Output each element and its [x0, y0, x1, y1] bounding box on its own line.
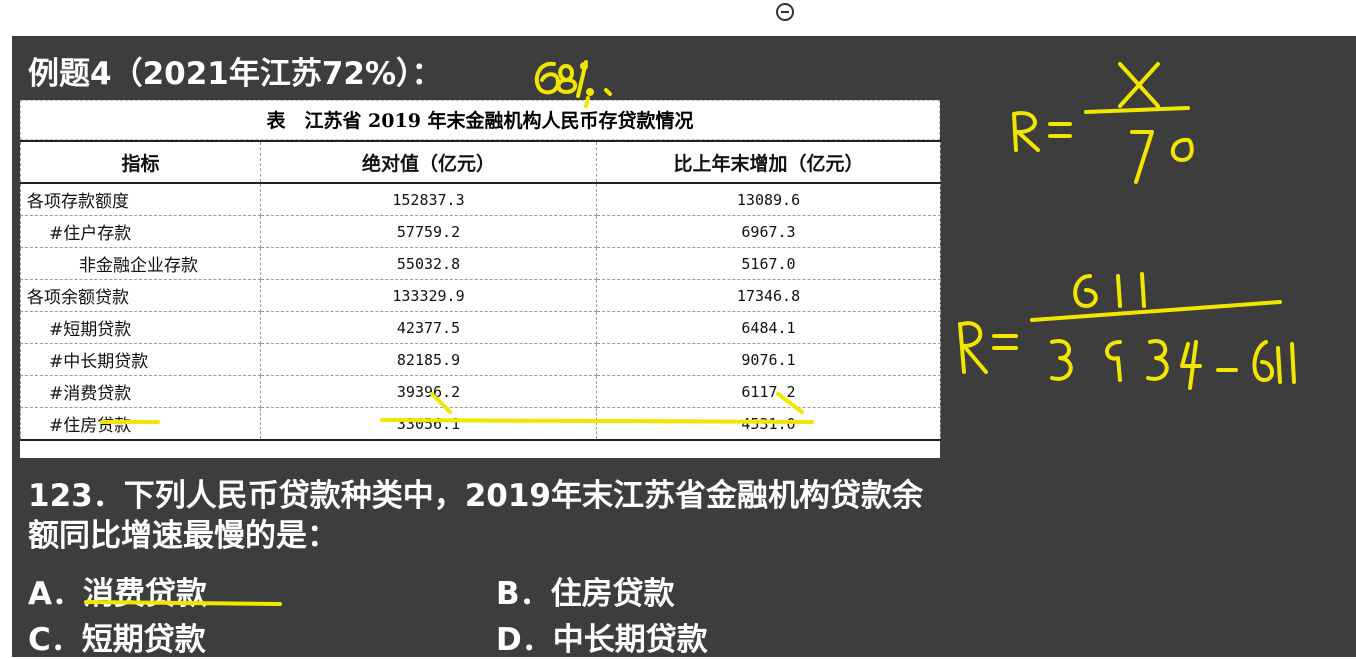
- row-label: 非金融企业存款: [20, 247, 261, 280]
- table-row: #短期贷款 42377.5 6484.1: [20, 311, 941, 344]
- row-value: 33056.1: [260, 407, 597, 441]
- row-label: #住户存款: [20, 215, 261, 248]
- row-increase: 6967.3: [596, 215, 941, 248]
- row-value: 39396.2: [260, 375, 597, 408]
- row-increase: 9076.1: [596, 343, 941, 376]
- row-label: #住房贷款: [20, 407, 261, 441]
- header-increase: 比上年末增加（亿元）: [596, 140, 941, 184]
- example-title: 例题4（2021年江苏72%）：: [28, 56, 443, 92]
- header-indicator: 指标: [20, 140, 261, 184]
- table-row: #消费贷款 39396.2 6117.2: [20, 375, 941, 408]
- row-label: #中长期贷款: [20, 343, 261, 376]
- row-label: #消费贷款: [20, 375, 261, 408]
- header-absolute-value: 绝对值（亿元）: [260, 140, 597, 184]
- row-value: 152837.3: [260, 182, 597, 216]
- row-increase: 6117.2: [596, 375, 941, 408]
- option-a[interactable]: A．消费贷款: [28, 568, 207, 613]
- table-caption: 表 江苏省 2019 年末金融机构人民币存贷款情况: [20, 100, 940, 140]
- row-increase: 6484.1: [596, 311, 941, 344]
- cursor-icon: [776, 3, 794, 21]
- table-grid: 指标 绝对值（亿元） 比上年末增加（亿元） 各项存款额度 152837.3 13…: [20, 140, 941, 441]
- option-b[interactable]: B．住房贷款: [496, 568, 675, 613]
- row-increase: 13089.6: [596, 182, 941, 216]
- row-value: 55032.8: [260, 247, 597, 280]
- row-increase: 5167.0: [596, 247, 941, 280]
- table-row: 非金融企业存款 55032.8 5167.0: [20, 247, 941, 280]
- row-label: 各项存款额度: [20, 182, 261, 216]
- data-table: 表 江苏省 2019 年末金融机构人民币存贷款情况 指标 绝对值（亿元） 比上年…: [20, 100, 941, 458]
- table-row: 各项存款额度 152837.3 13089.6: [20, 182, 941, 216]
- option-c[interactable]: C．短期贷款: [28, 614, 206, 659]
- table-header-row: 指标 绝对值（亿元） 比上年末增加（亿元）: [20, 140, 941, 184]
- row-label: #短期贷款: [20, 311, 261, 344]
- row-label: 各项余额贷款: [20, 279, 261, 312]
- row-value: 57759.2: [260, 215, 597, 248]
- question-text: 123．下列人民币贷款种类中，2019年末江苏省金融机构贷款余额同比增速最慢的是…: [28, 478, 923, 554]
- row-increase: 17346.8: [596, 279, 941, 312]
- table-row: 各项余额贷款 133329.9 17346.8: [20, 279, 941, 312]
- formula-1-ink: [1012, 62, 1194, 184]
- formula-2-ink: [958, 272, 1296, 390]
- row-increase: 4531.0: [596, 407, 941, 441]
- row-value: 133329.9: [260, 279, 597, 312]
- table-row: #住户存款 57759.2 6967.3: [20, 215, 941, 248]
- row-value: 82185.9: [260, 343, 597, 376]
- row-value: 42377.5: [260, 311, 597, 344]
- option-d[interactable]: D．中长期贷款: [496, 614, 708, 659]
- table-row: #住房贷款 33056.1 4531.0: [20, 407, 941, 441]
- table-row: #中长期贷款 82185.9 9076.1: [20, 343, 941, 376]
- top-bar: [0, 0, 1356, 36]
- slide: 例题4（2021年江苏72%）： 表 江苏省 2019 年末金融机构人民币存贷款…: [12, 36, 1356, 659]
